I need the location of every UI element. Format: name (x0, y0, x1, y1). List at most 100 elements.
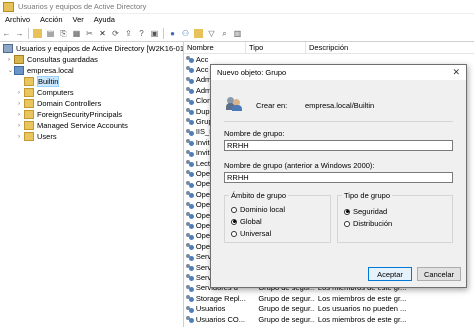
forward-icon[interactable]: → (15, 29, 24, 38)
group-icon (186, 169, 194, 178)
group-icon (186, 263, 194, 271)
tree-root[interactable]: Usuarios y equipos de Active Directory [… (3, 44, 183, 53)
tree-item-label: Domain Controllers (37, 99, 102, 108)
tree-domain-label: empresa.local (27, 66, 74, 75)
accept-button[interactable]: Aceptar (368, 267, 412, 281)
close-icon[interactable]: ✕ (452, 67, 460, 78)
group-icon (186, 149, 194, 157)
table-row[interactable]: Usuarios Grupo de segur... Los usuarios no… (184, 304, 474, 314)
menu-ayuda[interactable]: Ayuda (89, 15, 120, 24)
radio-label: Universal (240, 229, 272, 238)
group-icon (186, 201, 194, 209)
group-icon (186, 305, 194, 313)
group-type-box: Tipo de grupo Seguridad Distribución (337, 191, 453, 243)
group-name-label: Nombre de grupo: (224, 129, 285, 138)
console-tree: Usuarios y equipos de Active Directory [… (0, 42, 184, 327)
tree-saved-queries[interactable]: › Consultas guardadas (8, 55, 98, 64)
table-row[interactable]: Usuarios CO... Grupo de segur... Los miemb… (184, 314, 474, 324)
group-name-pre2000-label: Nombre de grupo (anterior a Windows 2000… (224, 161, 375, 170)
window-title: Usuarios y equipos de Active Directory (18, 2, 147, 11)
menu-archivo[interactable]: Archivo (0, 15, 35, 24)
scope-domain-local-radio[interactable]: Dominio local (231, 205, 285, 214)
group-icon (186, 107, 194, 115)
copy-icon[interactable]: ⎘ (59, 29, 68, 38)
scope-global-radio[interactable]: Global (231, 217, 262, 226)
delete-icon[interactable]: ✕ (98, 29, 107, 38)
ad-folder-icon (3, 1, 14, 12)
view2-icon[interactable]: ▣ (150, 29, 159, 38)
dialog-titlebar: Nuevo objeto: Grupo ✕ (211, 65, 466, 80)
toolbar-separator (28, 28, 29, 39)
toolbar: ← → ▤ ⎘ ▦ ✂ ✕ ⟳ ⇪ ? ▣ ● ⚇ ▽ ⌕ ▥ (0, 26, 474, 42)
tree-item-foreign-security-principals[interactable]: › ForeignSecurityPrincipals (18, 110, 122, 119)
radio-icon (231, 206, 237, 213)
column-header-description[interactable]: Descripción (306, 42, 474, 53)
scope-universal-radio[interactable]: Universal (231, 229, 271, 238)
group-icon (186, 128, 194, 136)
menu-ver[interactable]: Ver (68, 15, 89, 24)
group-icon (186, 273, 194, 282)
radio-label: Global (240, 217, 262, 226)
back-icon[interactable]: ← (2, 29, 11, 38)
new-group-dialog: Nuevo objeto: Grupo ✕ Crear en: empresa.… (210, 64, 467, 288)
list-header: Nombre Tipo Descripción (184, 42, 474, 54)
export-icon[interactable]: ⇪ (124, 29, 133, 38)
column-header-name[interactable]: Nombre (184, 42, 246, 53)
group-icon (186, 138, 194, 147)
user-add-icon[interactable]: ● (168, 29, 177, 38)
radio-label: Dominio local (240, 205, 286, 214)
tree-item-managed-service-accounts[interactable]: › Managed Service Accounts (18, 121, 128, 130)
tree-item-computers[interactable]: › Computers (18, 88, 74, 97)
radio-label: Distribución (353, 219, 393, 228)
table-row[interactable]: Storage Repl... Grupo de segur... Los miem… (184, 293, 474, 303)
group-icon (186, 65, 194, 74)
cell-name: Storage Repl... (195, 293, 246, 303)
group-icon (186, 211, 194, 219)
menu-accion[interactable]: Acción (35, 15, 68, 24)
refresh-icon[interactable]: ⟳ (111, 29, 120, 38)
group-icon (186, 253, 194, 261)
cell-type: Grupo de segur... (258, 293, 315, 303)
folder-icon (24, 77, 34, 86)
dialog-title: Nuevo objeto: Grupo (217, 68, 287, 77)
type-security-radio[interactable]: Seguridad (344, 207, 387, 216)
ou-add-icon[interactable] (194, 29, 203, 38)
delegate-icon[interactable]: ▥ (233, 29, 242, 38)
group-icon (186, 55, 194, 63)
tree-item-builtin[interactable]: Builtin (18, 76, 60, 87)
help-icon[interactable]: ? (137, 29, 146, 38)
tree-item-users[interactable]: › Users (18, 132, 57, 141)
cell-name: Usuarios (195, 304, 226, 314)
type-distribution-radio[interactable]: Distribución (344, 219, 392, 228)
cell-name: Acc (195, 54, 209, 64)
group-icon (186, 76, 194, 84)
group-name-pre2000-input[interactable]: RRHH (224, 172, 453, 183)
column-header-type[interactable]: Tipo (246, 42, 306, 53)
tree-item-label: Computers (37, 88, 74, 97)
tree-domain[interactable]: ⌄ empresa.local (8, 66, 74, 75)
table-row[interactable]: Acc (184, 54, 474, 64)
cut-icon[interactable]: ✂ (85, 29, 94, 38)
tree-saved-queries-label: Consultas guardadas (27, 55, 98, 64)
cancel-button[interactable]: Cancelar (417, 267, 461, 281)
group-icon (186, 86, 194, 95)
tree-item-domain-controllers[interactable]: › Domain Controllers (18, 99, 101, 108)
group-add-icon[interactable]: ⚇ (181, 29, 190, 38)
group-scope-legend: Ámbito de grupo (229, 191, 289, 200)
view-icon[interactable]: ▤ (46, 29, 55, 38)
cell-type: Grupo de segur... (258, 314, 315, 324)
folder-icon (24, 132, 34, 141)
group-name-input[interactable]: RRHH (224, 140, 453, 151)
group-icon (186, 180, 194, 188)
group-icon (186, 232, 194, 240)
folder-icon (24, 110, 34, 119)
cell-type: Grupo de segur... (258, 304, 315, 314)
tree-item-label: Users (37, 132, 57, 141)
up-folder-icon[interactable] (33, 29, 42, 38)
radio-selected-icon (231, 218, 237, 225)
group-type-legend: Tipo de grupo (342, 191, 393, 200)
dialog-separator (224, 121, 453, 122)
filter-icon[interactable]: ▽ (207, 29, 216, 38)
properties-icon[interactable]: ▦ (72, 29, 81, 38)
find-icon[interactable]: ⌕ (220, 29, 229, 38)
